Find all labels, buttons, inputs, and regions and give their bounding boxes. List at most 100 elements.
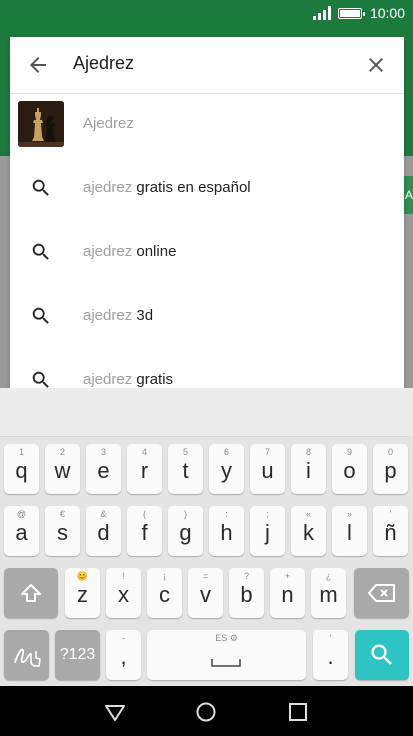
key-label: q (15, 458, 28, 483)
navigation-bar (0, 686, 413, 736)
handwriting-icon (13, 642, 41, 668)
key-alt: + (284, 571, 291, 581)
close-icon[interactable] (364, 53, 388, 77)
key-label: p (384, 458, 397, 483)
search-input[interactable]: Ajedrez (73, 53, 134, 74)
key-alt: @ (16, 509, 27, 519)
key-l[interactable]: » l (332, 506, 367, 556)
signal-icon (313, 6, 331, 20)
key-alt: 1 (18, 447, 24, 457)
suggestion-query[interactable]: ajedrez gratis en español (10, 157, 404, 221)
key-alt: 8 (305, 447, 311, 457)
back-nav-icon[interactable] (103, 700, 127, 724)
comma-key[interactable]: -, (106, 630, 141, 680)
status-time: 10:00 (369, 5, 405, 21)
key-alt: ' (389, 509, 392, 519)
space-bar[interactable]: ES ⚙ (147, 630, 306, 680)
key-h[interactable]: :h (209, 506, 244, 556)
key-alt: € (59, 509, 65, 519)
key-u[interactable]: 7u (250, 444, 285, 494)
key-alt: ¡ (163, 571, 166, 581)
shift-icon (19, 581, 43, 605)
key-label: w (54, 458, 71, 483)
suggestion-label: ajedrez gratis (83, 371, 174, 388)
symbols-key-label: ?123 (59, 646, 96, 663)
key-t[interactable]: 5t (168, 444, 203, 494)
search-icon (30, 369, 52, 388)
key-label: t (182, 458, 189, 483)
suggestion-label: ajedrez 3d (83, 307, 154, 324)
recents-nav-icon[interactable] (286, 700, 310, 724)
suggestion-app[interactable]: Ajedrez (10, 93, 404, 157)
backspace-icon (366, 581, 398, 605)
key-b[interactable]: ? b (229, 568, 264, 618)
key-m[interactable]: ¿ m (311, 568, 346, 618)
key-label: i (306, 458, 311, 483)
backspace-key[interactable] (354, 568, 409, 618)
key-alt: 7 (264, 447, 270, 457)
key-g[interactable]: ) g (168, 506, 203, 556)
status-bar: 10:00 (0, 0, 413, 28)
keyboard-suggestion-strip (0, 388, 413, 437)
key-s[interactable]: € s (45, 506, 80, 556)
suggestion-query[interactable]: ajedrez online (10, 221, 404, 285)
search-suggestions-panel: Ajedrez Ajedrez ajedrez gratis en españo… (10, 37, 404, 388)
suggestion-label: ajedrez gratis en español (83, 179, 251, 196)
key-alt: ) (184, 509, 187, 519)
key-w[interactable]: 2w (45, 444, 80, 494)
key-label: g (179, 520, 192, 545)
period-key[interactable]: '. (313, 630, 348, 680)
key-p[interactable]: 0p (373, 444, 408, 494)
key-r[interactable]: 4r (127, 444, 162, 494)
key-label: , (120, 644, 127, 669)
key-n-tilde[interactable]: ' ñ (373, 506, 408, 556)
key-alt: = (202, 571, 209, 581)
search-icon (30, 305, 52, 327)
shift-key[interactable] (4, 568, 58, 618)
key-o[interactable]: 9o (332, 444, 367, 494)
key-alt: « (305, 509, 311, 519)
key-alt: 0 (387, 447, 393, 457)
key-v[interactable]: = v (188, 568, 223, 618)
key-alt: 3 (100, 447, 106, 457)
key-label: v (200, 582, 211, 607)
suggestion-query[interactable]: ajedrez gratis (10, 349, 404, 388)
key-alt: 2 (59, 447, 65, 457)
key-k[interactable]: «k (291, 506, 326, 556)
key-q[interactable]: 1q (4, 444, 39, 494)
handwriting-key[interactable] (4, 630, 49, 680)
space-icon (211, 658, 241, 668)
key-f[interactable]: (f (127, 506, 162, 556)
back-arrow-icon[interactable] (26, 53, 50, 77)
suggestion-query[interactable]: ajedrez 3d (10, 285, 404, 349)
key-alt: & (100, 509, 107, 519)
key-e[interactable]: 3e (86, 444, 121, 494)
key-x[interactable]: ! x (106, 568, 141, 618)
key-i[interactable]: 8i (291, 444, 326, 494)
key-j[interactable]: ; j (250, 506, 285, 556)
key-c[interactable]: ¡ c (147, 568, 182, 618)
chess-app-icon (18, 101, 64, 147)
key-y[interactable]: 6y (209, 444, 244, 494)
key-z[interactable]: 😊 z (65, 568, 100, 618)
key-alt: ! (122, 571, 125, 581)
key-label: x (118, 582, 129, 607)
home-nav-icon[interactable] (194, 700, 218, 724)
symbols-key[interactable]: ?123 (55, 630, 100, 680)
key-a[interactable]: @ a (4, 506, 39, 556)
key-label: f (141, 520, 148, 545)
suggestion-label: ajedrez online (83, 243, 177, 260)
key-n[interactable]: + n (270, 568, 305, 618)
key-label: . (327, 644, 334, 669)
key-label: j (265, 520, 270, 545)
key-label: d (97, 520, 110, 545)
key-label: s (57, 520, 68, 545)
search-key[interactable] (355, 630, 409, 680)
key-label: m (319, 582, 338, 607)
side-chip[interactable]: A (403, 176, 413, 214)
key-label: ñ (384, 520, 397, 545)
key-alt: 9 (346, 447, 352, 457)
key-d[interactable]: & d (86, 506, 121, 556)
key-label: e (97, 458, 110, 483)
search-icon (30, 241, 52, 263)
